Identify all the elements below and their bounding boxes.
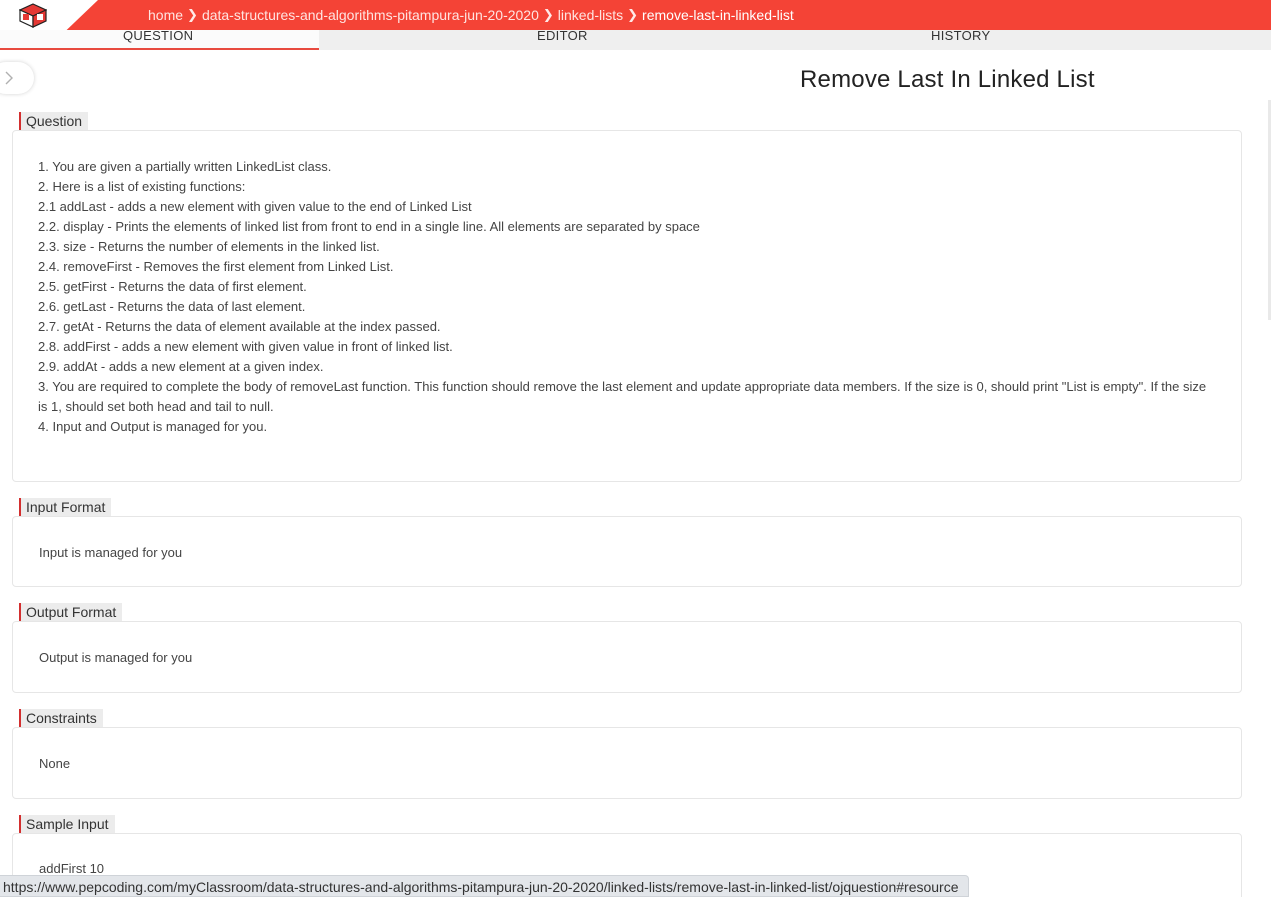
page-title: Remove Last In Linked List	[800, 66, 1095, 93]
tab-question[interactable]: QUESTION	[0, 29, 319, 50]
output-format-text: Output is managed for you	[39, 650, 193, 665]
question-line: 2.5. getFirst - Returns the data of firs…	[38, 279, 307, 294]
chevron-right-icon: ❯	[542, 7, 554, 22]
status-bar-url: https://www.pepcoding.com/myClassroom/da…	[0, 875, 969, 897]
question-line: 2.6. getLast - Returns the data of last …	[38, 299, 306, 314]
top-bar: home ❯ data-structures-and-algorithms-pi…	[0, 0, 1271, 30]
question-line: 3. You are required to complete the body…	[38, 379, 1207, 414]
question-line: 2.1 addLast - adds a new element with gi…	[38, 199, 472, 214]
chevron-right-icon: ❯	[627, 7, 639, 22]
question-line: 2.9. addAt - adds a new element at a giv…	[38, 359, 324, 374]
tab-editor[interactable]: EDITOR	[319, 29, 719, 50]
chevron-right-icon: ❯	[187, 7, 198, 22]
breadcrumb-course[interactable]: data-structures-and-algorithms-pitampura…	[202, 7, 539, 23]
sidebar-toggle-button[interactable]	[0, 62, 34, 94]
input-format-box: Input is managed for you	[12, 516, 1242, 587]
question-line: 2.3. size - Returns the number of elemen…	[38, 239, 380, 254]
breadcrumb-topic[interactable]: linked-lists	[558, 7, 623, 23]
sample-input-text: addFirst 10	[39, 861, 105, 876]
sample-input-label: Sample Input	[19, 815, 115, 834]
constraints-box: None	[12, 727, 1242, 799]
question-label: Question	[19, 112, 89, 131]
question-text: 1. You are given a partially written Lin…	[38, 157, 1208, 437]
question-line: 2.2. display - Prints the elements of li…	[38, 219, 700, 234]
output-format-box: Output is managed for you	[12, 621, 1242, 693]
tab-history[interactable]: HISTORY	[719, 29, 1271, 50]
logo-background	[0, 0, 98, 30]
question-line: 2.4. removeFirst - Removes the first ele…	[38, 259, 394, 274]
input-format-text: Input is managed for you	[39, 545, 183, 560]
question-line: 2. Here is a list of existing functions:	[38, 179, 246, 194]
question-line: 2.8. addFirst - adds a new element with …	[38, 339, 453, 354]
question-line: 2.7. getAt - Returns the data of element…	[38, 319, 441, 334]
breadcrumb-current[interactable]: remove-last-in-linked-list	[642, 7, 794, 23]
input-format-label: Input Format	[19, 498, 112, 517]
pepcoding-logo-icon[interactable]	[18, 3, 48, 28]
chevron-right-icon	[5, 71, 13, 85]
question-line: 1. You are given a partially written Lin…	[38, 159, 332, 174]
tab-bar: QUESTION EDITOR HISTORY	[0, 29, 1271, 50]
breadcrumb-home[interactable]: home	[148, 7, 183, 23]
question-line: 4. Input and Output is managed for you.	[38, 419, 268, 434]
breadcrumb: home ❯ data-structures-and-algorithms-pi…	[148, 0, 794, 30]
output-format-label: Output Format	[19, 603, 123, 622]
constraints-text: None	[39, 756, 71, 771]
constraints-label: Constraints	[19, 709, 103, 728]
